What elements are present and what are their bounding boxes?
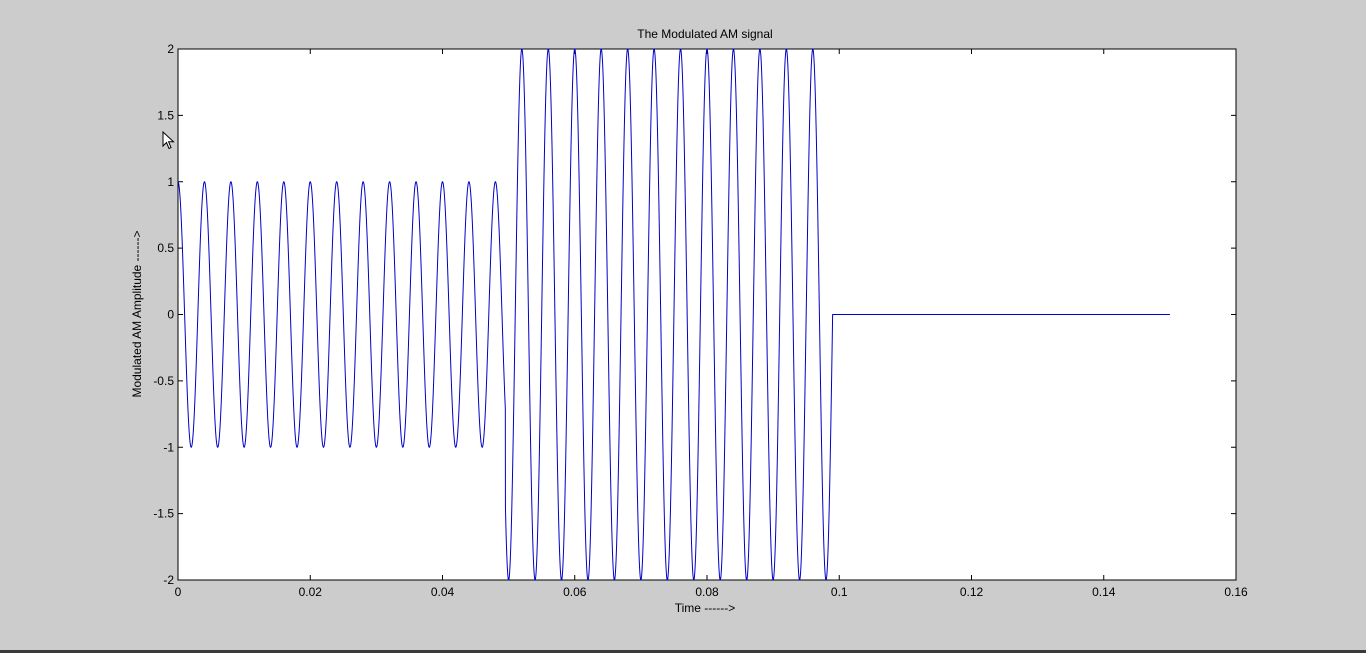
x-tick-label: 0.12	[960, 585, 984, 599]
y-tick-label: -0.5	[153, 374, 174, 388]
x-tick-label: 0	[175, 585, 182, 599]
x-tick-label: 0.02	[299, 585, 323, 599]
y-tick-label: 0.5	[157, 241, 174, 255]
y-tick-label: -1	[163, 440, 174, 454]
y-tick-label: -2	[163, 573, 174, 587]
x-tick-label: 0.08	[695, 585, 719, 599]
y-tick-label: 1	[167, 175, 174, 189]
x-tick-label: 0.04	[431, 585, 455, 599]
y-tick-label: 2	[167, 42, 174, 56]
x-tick-label: 0.16	[1224, 585, 1248, 599]
x-axis-label: Time ------>	[675, 601, 736, 615]
y-axis-label: Modulated AM Amplitude ------>	[130, 230, 144, 397]
x-tick-label: 0.1	[831, 585, 848, 599]
y-tick-label: -1.5	[153, 507, 174, 521]
am-signal-figure: 0 0.02 0.04 0.06 0.08 0.1 0.12 0.14 0.16 -2 -1.5 -1…	[130, 27, 1248, 615]
mouse-cursor-icon	[162, 131, 175, 150]
x-tick-label: 0.14	[1092, 585, 1116, 599]
y-tick-label: 1.5	[157, 108, 174, 122]
x-tick-label: 0.06	[563, 585, 587, 599]
chart-title: The Modulated AM signal	[637, 27, 772, 41]
y-tick-label: 0	[167, 308, 174, 322]
